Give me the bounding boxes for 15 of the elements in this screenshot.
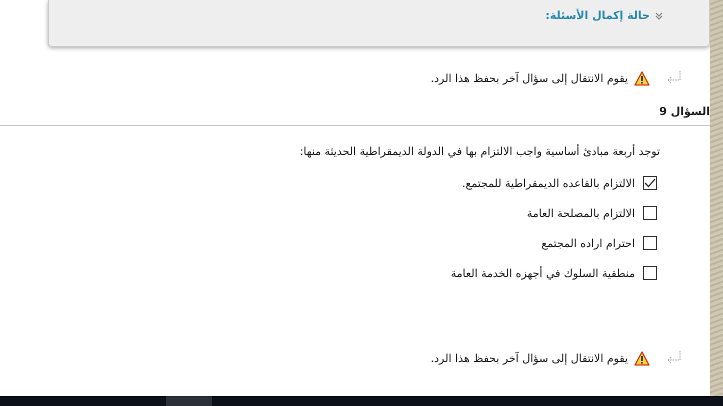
option-label[interactable]: احترام اراده المجتمع — [541, 236, 635, 250]
option-label[interactable]: الالتزام بالمصلحة العامة — [526, 206, 635, 220]
warning-icon — [634, 350, 650, 366]
option-label[interactable]: منطقية السلوك في أجهزه الخدمة العامة — [450, 266, 635, 280]
warning-icon — [634, 70, 650, 86]
checkbox[interactable] — [643, 176, 657, 190]
checkbox[interactable] — [643, 266, 657, 280]
question-title: السؤال 9 — [659, 105, 710, 118]
checkbox[interactable] — [643, 206, 657, 220]
question-prompt: توجد أربعة مبادئ أساسية واجب الالتزام بها في الدولة الديمقراطية الحديثة منها: — [298, 145, 660, 160]
option-label[interactable]: الالتزام بالقاعده الديمقراطية للمجتمع. — [462, 176, 635, 190]
chevron-icon[interactable] — [655, 12, 663, 20]
save-notice: يقوم الانتقال إلى سؤال آخر بحفظ هذا الرد. — [430, 72, 628, 84]
checkbox[interactable] — [643, 236, 657, 250]
save-notice: يقوم الانتقال إلى سؤال آخر بحفظ هذا الرد. — [430, 352, 628, 364]
